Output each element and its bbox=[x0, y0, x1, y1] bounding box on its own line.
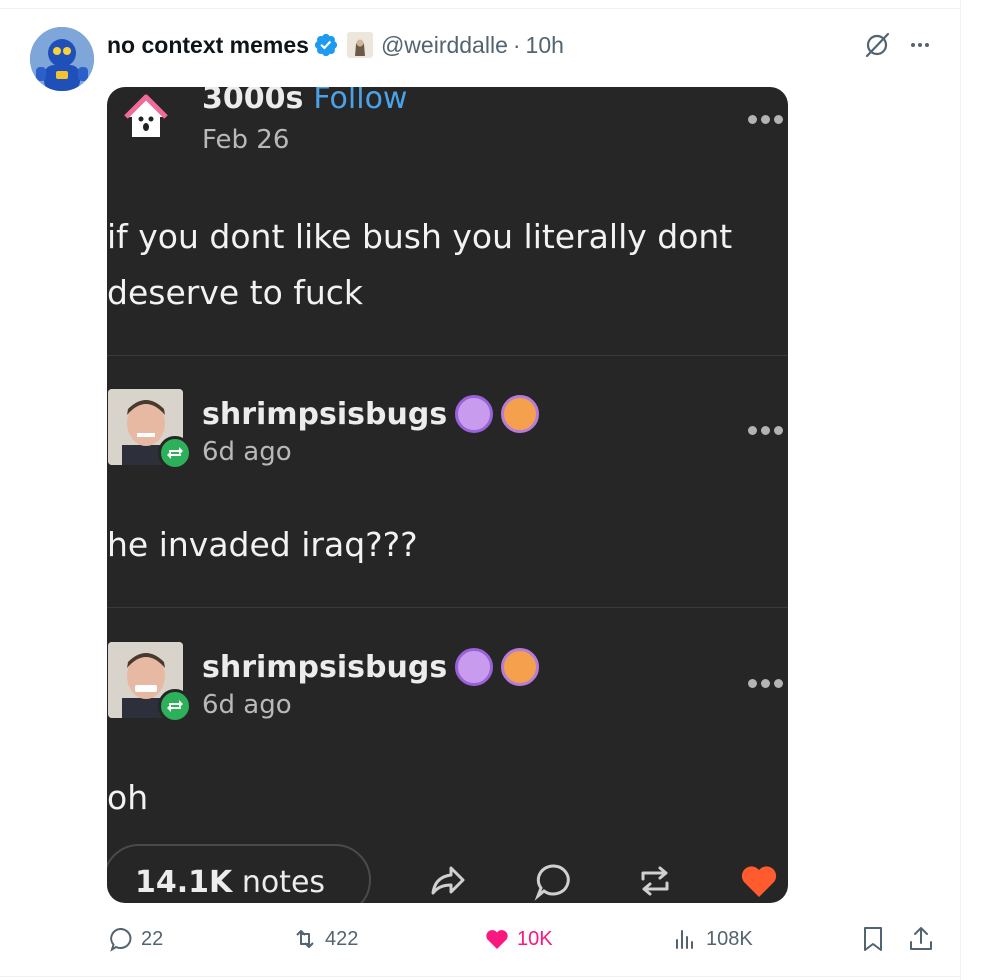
post-date: Feb 26 bbox=[202, 125, 290, 155]
reblog-time: 6d ago bbox=[202, 690, 292, 720]
author-avatar[interactable] bbox=[30, 27, 94, 91]
like-icon bbox=[486, 930, 508, 949]
reply-count: 22 bbox=[141, 927, 164, 950]
author-handle[interactable]: @weirddalle bbox=[381, 32, 508, 59]
reply-button[interactable]: 22 bbox=[107, 924, 163, 954]
grok-icon[interactable] bbox=[862, 30, 892, 60]
reblog-username-text: shrimpsisbugs bbox=[202, 396, 448, 432]
reblog-text: he invaded iraq??? bbox=[107, 525, 418, 564]
post-author-name: 3000s bbox=[202, 87, 304, 116]
divider bbox=[960, 0, 961, 980]
ellipsis-icon bbox=[748, 677, 788, 689]
more-icon[interactable] bbox=[905, 30, 935, 60]
views-button[interactable]: 108K bbox=[672, 924, 753, 954]
divider bbox=[107, 355, 788, 356]
share-icon bbox=[431, 866, 465, 895]
notes-word: notes bbox=[241, 865, 326, 900]
tweet-card: no context memes @weirddalle · 10h 3000s… bbox=[0, 0, 988, 980]
reblog-icon bbox=[158, 689, 192, 723]
divider bbox=[107, 607, 788, 608]
ellipsis-icon bbox=[748, 424, 788, 436]
tweet-time[interactable]: 10h bbox=[526, 32, 564, 59]
verified-badge-icon bbox=[314, 33, 338, 57]
comment-icon bbox=[534, 864, 570, 901]
ellipsis-icon bbox=[748, 113, 788, 125]
repost-icon bbox=[296, 930, 314, 948]
reply-icon bbox=[110, 927, 132, 952]
affiliate-avatar[interactable] bbox=[346, 32, 373, 58]
post-image[interactable]: 3000s Follow Feb 26 if you dont like bush… bbox=[107, 87, 788, 903]
house-avatar-icon bbox=[124, 94, 168, 137]
author-name[interactable]: no context memes bbox=[107, 32, 309, 59]
upload-icon[interactable] bbox=[906, 924, 936, 954]
post-author: 3000s Follow bbox=[202, 87, 407, 116]
paw-badge-icon bbox=[501, 648, 540, 686]
reblog-time: 6d ago bbox=[202, 437, 292, 467]
reblog-username: shrimpsisbugs bbox=[202, 648, 540, 686]
post-text: if you dont like bush you literally dont… bbox=[107, 209, 777, 321]
paw-badge-icon bbox=[455, 395, 494, 433]
divider bbox=[0, 976, 961, 977]
reblog-username: shrimpsisbugs bbox=[202, 395, 540, 433]
paw-badge-icon bbox=[455, 648, 494, 686]
tweet-header: no context memes @weirddalle · 10h bbox=[107, 30, 564, 60]
post-text-line: if you dont like bush you literally dont bbox=[107, 217, 733, 256]
post-text-line: deserve to fuck bbox=[107, 273, 364, 312]
reblog-username-text: shrimpsisbugs bbox=[202, 649, 448, 685]
views-count: 108K bbox=[706, 927, 753, 950]
reblog-icon bbox=[158, 436, 192, 470]
notes-count: 14.1K notes bbox=[135, 865, 325, 900]
paw-badge-icon bbox=[501, 395, 540, 433]
views-icon bbox=[676, 930, 693, 949]
heart-icon bbox=[741, 866, 777, 897]
notes-number: 14.1K bbox=[135, 865, 233, 900]
like-button[interactable]: 10K bbox=[483, 924, 553, 954]
bookmark-icon[interactable] bbox=[858, 924, 888, 954]
divider bbox=[0, 8, 961, 9]
like-count: 10K bbox=[517, 927, 553, 950]
repost-button[interactable]: 422 bbox=[291, 924, 358, 954]
reblog-text: oh bbox=[107, 778, 149, 817]
repost-count: 422 bbox=[325, 927, 359, 950]
post-follow-link: Follow bbox=[313, 87, 408, 116]
reblog-icon bbox=[641, 866, 669, 896]
separator-dot: · bbox=[512, 31, 521, 58]
